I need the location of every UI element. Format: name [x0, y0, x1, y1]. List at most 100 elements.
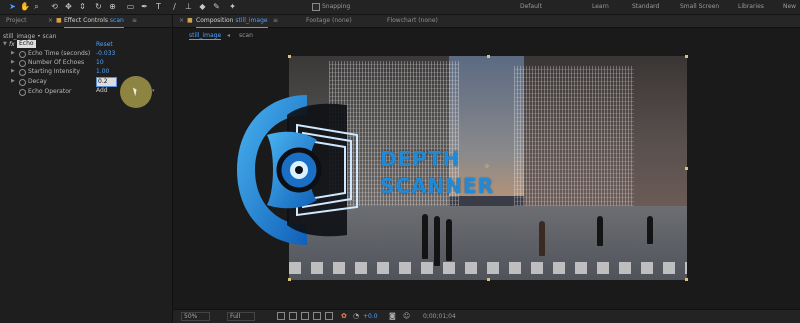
effect-name[interactable]: Echo: [17, 40, 36, 48]
zoom-select[interactable]: 50%: [181, 312, 211, 321]
stopwatch-icon[interactable]: [19, 69, 26, 76]
workspace-default[interactable]: Default: [520, 3, 542, 10]
stopwatch-icon[interactable]: [19, 89, 26, 96]
eraser-tool-icon[interactable]: ◆: [198, 2, 207, 11]
close-icon[interactable]: ×: [48, 17, 53, 24]
pan-tool-icon[interactable]: ✥: [64, 2, 73, 11]
zoom-tool-icon[interactable]: ⌕: [32, 2, 41, 11]
panel-menu-icon[interactable]: ≡: [273, 17, 278, 24]
decay-value: 0.2: [98, 78, 108, 85]
grid-icon[interactable]: [325, 312, 333, 320]
tab-effect-controls-layer: scan: [109, 17, 124, 24]
workspace-standard[interactable]: Standard: [632, 3, 659, 10]
exposure-icon[interactable]: ◔: [353, 312, 359, 320]
property-value[interactable]: -0.033: [96, 49, 115, 58]
transform-handle[interactable]: [288, 55, 291, 58]
stopwatch-icon[interactable]: [19, 51, 26, 58]
subtab-scan[interactable]: scan: [239, 32, 253, 39]
lock-icon[interactable]: ■: [56, 17, 62, 24]
puppet-tool-icon[interactable]: ✦: [228, 2, 237, 11]
workspace-libraries[interactable]: Libraries: [738, 3, 764, 10]
exposure-value[interactable]: +0.0: [363, 313, 378, 320]
property-label: Echo Operator: [28, 88, 72, 95]
close-icon[interactable]: ×: [179, 17, 184, 24]
reset-button[interactable]: Reset: [96, 40, 113, 49]
transform-handle[interactable]: [288, 278, 291, 281]
pedestrian: [647, 216, 653, 244]
color-channels-icon[interactable]: ✿: [341, 312, 347, 320]
expand-arrow-icon[interactable]: ▶: [11, 58, 15, 67]
snapping-toggle[interactable]: Snapping: [312, 2, 350, 11]
rotate-tool-icon[interactable]: ↻: [94, 2, 103, 11]
property-value[interactable]: 10: [96, 58, 104, 67]
roto-brush-tool-icon[interactable]: ✎: [212, 2, 221, 11]
collapse-arrow-icon[interactable]: ▼: [3, 40, 7, 49]
viewer-footer: 50% Full ✿ ◔ +0.0 ◙ ☺ 0;00;01;04: [173, 309, 800, 323]
stopwatch-icon[interactable]: [19, 79, 26, 86]
rectangle-tool-icon[interactable]: ▭: [126, 2, 135, 11]
tab-composition[interactable]: Composition still_image: [196, 17, 268, 28]
transform-handle[interactable]: [685, 55, 688, 58]
decay-value-field[interactable]: 0.2: [96, 77, 117, 87]
resolution-select[interactable]: Full: [227, 312, 256, 321]
left-panel-tabs: Project × ■ Effect Controls scan ≡: [0, 15, 172, 28]
transform-handle[interactable]: [685, 167, 688, 170]
depth-scanner-logo-icon: [237, 95, 358, 245]
brush-tool-icon[interactable]: ∕: [170, 2, 179, 11]
property-label: Starting Intensity: [28, 68, 80, 75]
panel-menu-icon[interactable]: ≡: [132, 17, 137, 24]
hand-tool-icon[interactable]: ✋: [20, 2, 30, 11]
guides-icon[interactable]: [313, 312, 321, 320]
brand-title-line2: SCANNER: [380, 174, 495, 198]
type-tool-icon[interactable]: T: [154, 2, 163, 11]
chevron-down-icon[interactable]: ▾: [152, 87, 155, 96]
snapping-checkbox[interactable]: [312, 2, 320, 11]
workspace-small-screen[interactable]: Small Screen: [680, 3, 719, 10]
tab-project[interactable]: Project: [6, 17, 27, 24]
subtab-separator: ◂: [227, 32, 231, 39]
lock-icon[interactable]: ■: [187, 17, 193, 24]
dolly-tool-icon[interactable]: ⇕: [78, 2, 87, 11]
workspace-learn[interactable]: Learn: [592, 3, 609, 10]
clone-stamp-tool-icon[interactable]: ⊥: [184, 2, 193, 11]
mask-visibility-icon[interactable]: [301, 312, 309, 320]
expand-arrow-icon[interactable]: ▶: [11, 49, 15, 58]
property-label: Number Of Echoes: [28, 59, 85, 66]
expand-arrow-icon[interactable]: ▶: [11, 67, 15, 76]
region-of-interest-icon[interactable]: [277, 312, 285, 320]
expand-arrow-icon[interactable]: ▶: [11, 77, 15, 86]
property-value[interactable]: 1.00: [96, 67, 109, 76]
tab-effect-controls[interactable]: Effect Controls scan: [64, 17, 124, 28]
property-label: Decay: [28, 78, 47, 85]
tab-composition-label: Composition: [196, 17, 234, 24]
transform-handle[interactable]: [685, 278, 688, 281]
property-row: ▶ Echo Time (seconds) -0.033: [0, 49, 172, 58]
effect-row-echo[interactable]: ▼ fx Echo Reset: [0, 40, 172, 49]
fx-toggle[interactable]: fx: [9, 40, 15, 49]
workspace-new[interactable]: New: [783, 3, 796, 10]
crosswalk: [289, 262, 687, 274]
anchor-tool-icon[interactable]: ⊕: [108, 2, 117, 11]
pedestrian: [597, 216, 603, 246]
echo-noise-right: [514, 66, 634, 226]
current-time[interactable]: 0;00;01;04: [423, 313, 456, 320]
show-snapshot-icon[interactable]: ☺: [403, 312, 410, 320]
tab-footage[interactable]: Footage (none): [306, 17, 352, 24]
pedestrian: [434, 216, 440, 266]
property-label: Echo Time (seconds): [28, 50, 91, 57]
pen-tool-icon[interactable]: ✒: [140, 2, 149, 11]
tab-composition-name: still_image: [235, 17, 268, 24]
subtab-still-image[interactable]: still_image: [189, 32, 222, 40]
tab-flowchart[interactable]: Flowchart (none): [387, 17, 438, 24]
echo-operator-select[interactable]: Add: [96, 87, 120, 95]
anchor-point-icon[interactable]: ✧: [483, 163, 491, 171]
stopwatch-icon[interactable]: [19, 60, 26, 67]
snapshot-camera-icon[interactable]: ◙: [389, 312, 396, 320]
transparency-grid-icon[interactable]: [289, 312, 297, 320]
property-row: ▶ Starting Intensity 1.00: [0, 67, 172, 76]
selection-tool-icon[interactable]: ➤: [8, 2, 17, 11]
transform-handle[interactable]: [487, 278, 490, 281]
orbit-tool-icon[interactable]: ⟲: [50, 2, 59, 11]
pedestrian: [446, 219, 452, 261]
transform-handle[interactable]: [487, 55, 490, 58]
